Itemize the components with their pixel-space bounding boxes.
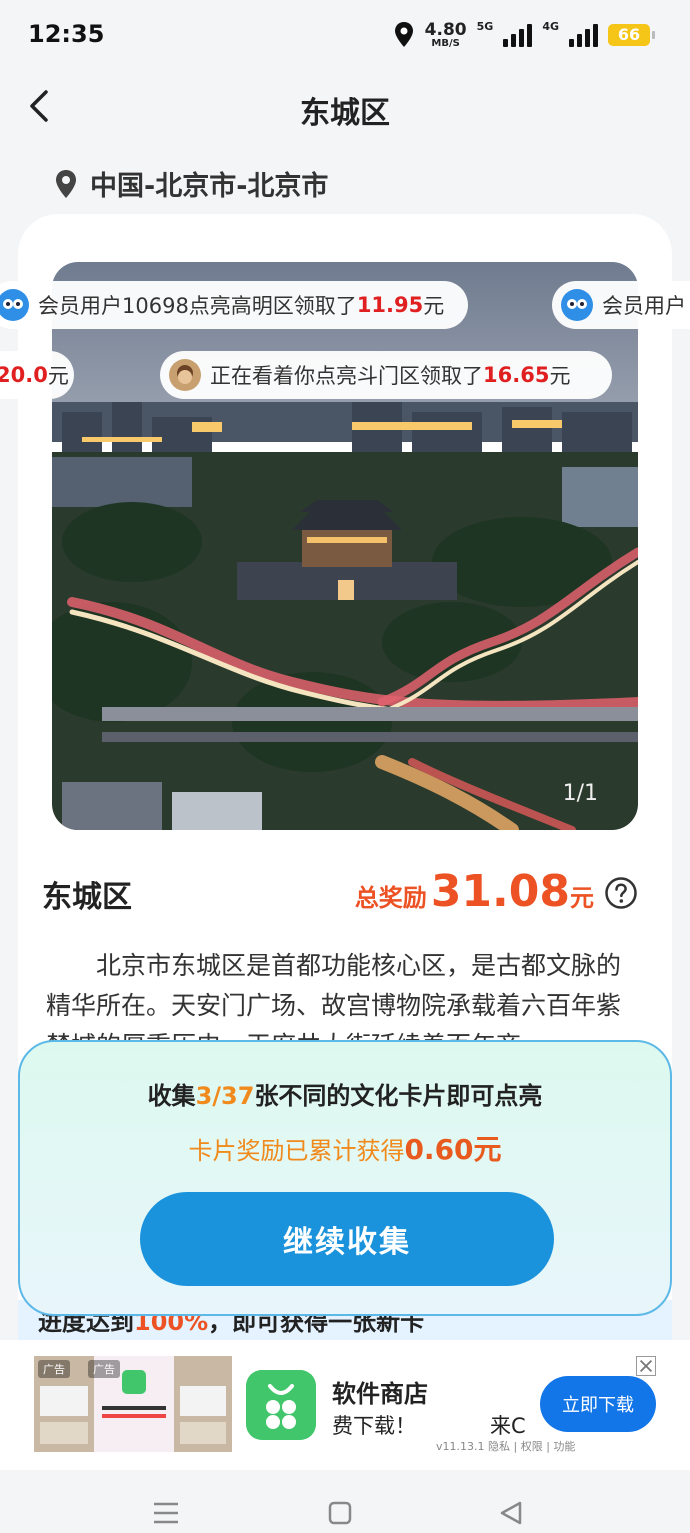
speed-unit: MB/S: [431, 37, 460, 49]
ticker-text: 正在看着你点亮斗门区领取了: [210, 364, 483, 388]
continue-collect-button[interactable]: 继续收集: [140, 1192, 554, 1286]
ticker-amount: 20.0: [0, 363, 48, 387]
ad-thumbnail[interactable]: 广告 广告: [34, 1356, 232, 1452]
location-pin-icon: [394, 22, 413, 47]
network-speed: 4.80 MB/S: [424, 19, 467, 49]
city-night-image: [52, 262, 638, 830]
header: 东城区: [0, 80, 690, 136]
ad-app-name: 软件商店: [332, 1380, 428, 1408]
status-icons: 4.80 MB/S 5G 4G 66: [393, 18, 655, 52]
ticker-message: 会员用户: [552, 281, 690, 329]
total-reward: 总奖励 31.08 元: [355, 866, 638, 917]
signal-icon-2: [569, 23, 598, 47]
speed-value: 4.80: [424, 19, 467, 40]
collect-progress-text: 收集3/37张不同的文化卡片即可点亮: [20, 1076, 670, 1111]
mascot-avatar-icon: [561, 289, 593, 321]
app-store-icon[interactable]: [246, 1370, 316, 1440]
collect-progress: 3/37: [195, 1082, 255, 1110]
ad-slogan: 费下载！: [332, 1414, 416, 1438]
ticker-text: 会员用户10698点亮高明区领取了: [38, 294, 357, 318]
ad-label: 广告: [38, 1360, 70, 1378]
battery-icon: 66: [608, 24, 655, 46]
signal-icon: [503, 23, 533, 47]
page-title: 东城区: [300, 96, 390, 131]
reward-unit: 元: [570, 884, 594, 912]
collect-post: 张不同的文化卡片即可点亮: [254, 1082, 543, 1110]
ticker-unit: 元: [47, 364, 69, 388]
location-pin-icon: [56, 169, 76, 198]
ad-label: 广告: [88, 1360, 120, 1378]
network-type-5g: 5G: [476, 20, 494, 33]
status-time: 12:35: [28, 20, 105, 48]
earned-amount: 0.60元: [404, 1133, 502, 1166]
back-triangle-icon[interactable]: [498, 1500, 524, 1526]
ad-meta: v11.13.1 隐私 | 权限 | 功能: [436, 1440, 576, 1453]
earned-label: 卡片奖励已累计获得: [188, 1137, 405, 1165]
ad-slogan-tail: 来C: [490, 1414, 526, 1438]
ticker-unit: 元: [423, 294, 445, 318]
network-type-4g: 4G: [542, 20, 559, 33]
ticker-text: 会员用户: [602, 294, 686, 318]
menu-icon[interactable]: [151, 1500, 181, 1526]
mascot-avatar-icon: [0, 289, 29, 321]
system-nav-bar: [0, 1490, 690, 1533]
user-avatar-icon: [169, 359, 201, 391]
download-now-button[interactable]: 立即下载: [540, 1376, 656, 1432]
collect-panel: 收集3/37张不同的文化卡片即可点亮 卡片奖励已累计获得0.60元 继续收集: [18, 1040, 672, 1316]
ticker-amount: 11.95: [356, 293, 424, 317]
reward-amount: 31.08: [430, 866, 570, 917]
help-icon[interactable]: [604, 876, 638, 910]
collect-pre: 收集: [147, 1082, 196, 1110]
home-icon[interactable]: [327, 1500, 353, 1526]
district-name: 东城区: [42, 880, 132, 915]
collect-earned-text: 卡片奖励已累计获得0.60元: [20, 1128, 670, 1168]
ticker-amount: 16.65: [483, 363, 550, 387]
ticker-message: 正在看着你点亮斗门区领取了 16.65 元: [160, 351, 612, 399]
close-icon[interactable]: [636, 1356, 656, 1376]
ticker-unit: 元: [549, 364, 571, 388]
location-row: 中国-北京市-北京市: [54, 164, 328, 203]
location-text: 中国-北京市-北京市: [90, 171, 329, 202]
ticker-message: 20.0 元: [0, 351, 74, 399]
photo-counter: 1/1: [562, 781, 598, 806]
ad-banner[interactable]: 广告 广告 软件商店 费下载！ 来C 立即下载 v11.13.1 隐私 | 权限…: [0, 1340, 690, 1470]
ticker-message: 会员用户10698点亮高明区领取了 11.95 元: [0, 281, 468, 329]
district-photo[interactable]: 1/1: [52, 262, 638, 830]
reward-label: 总奖励: [354, 884, 427, 912]
status-bar: 12:35 4.80 MB/S 5G 4G 66: [0, 0, 690, 70]
